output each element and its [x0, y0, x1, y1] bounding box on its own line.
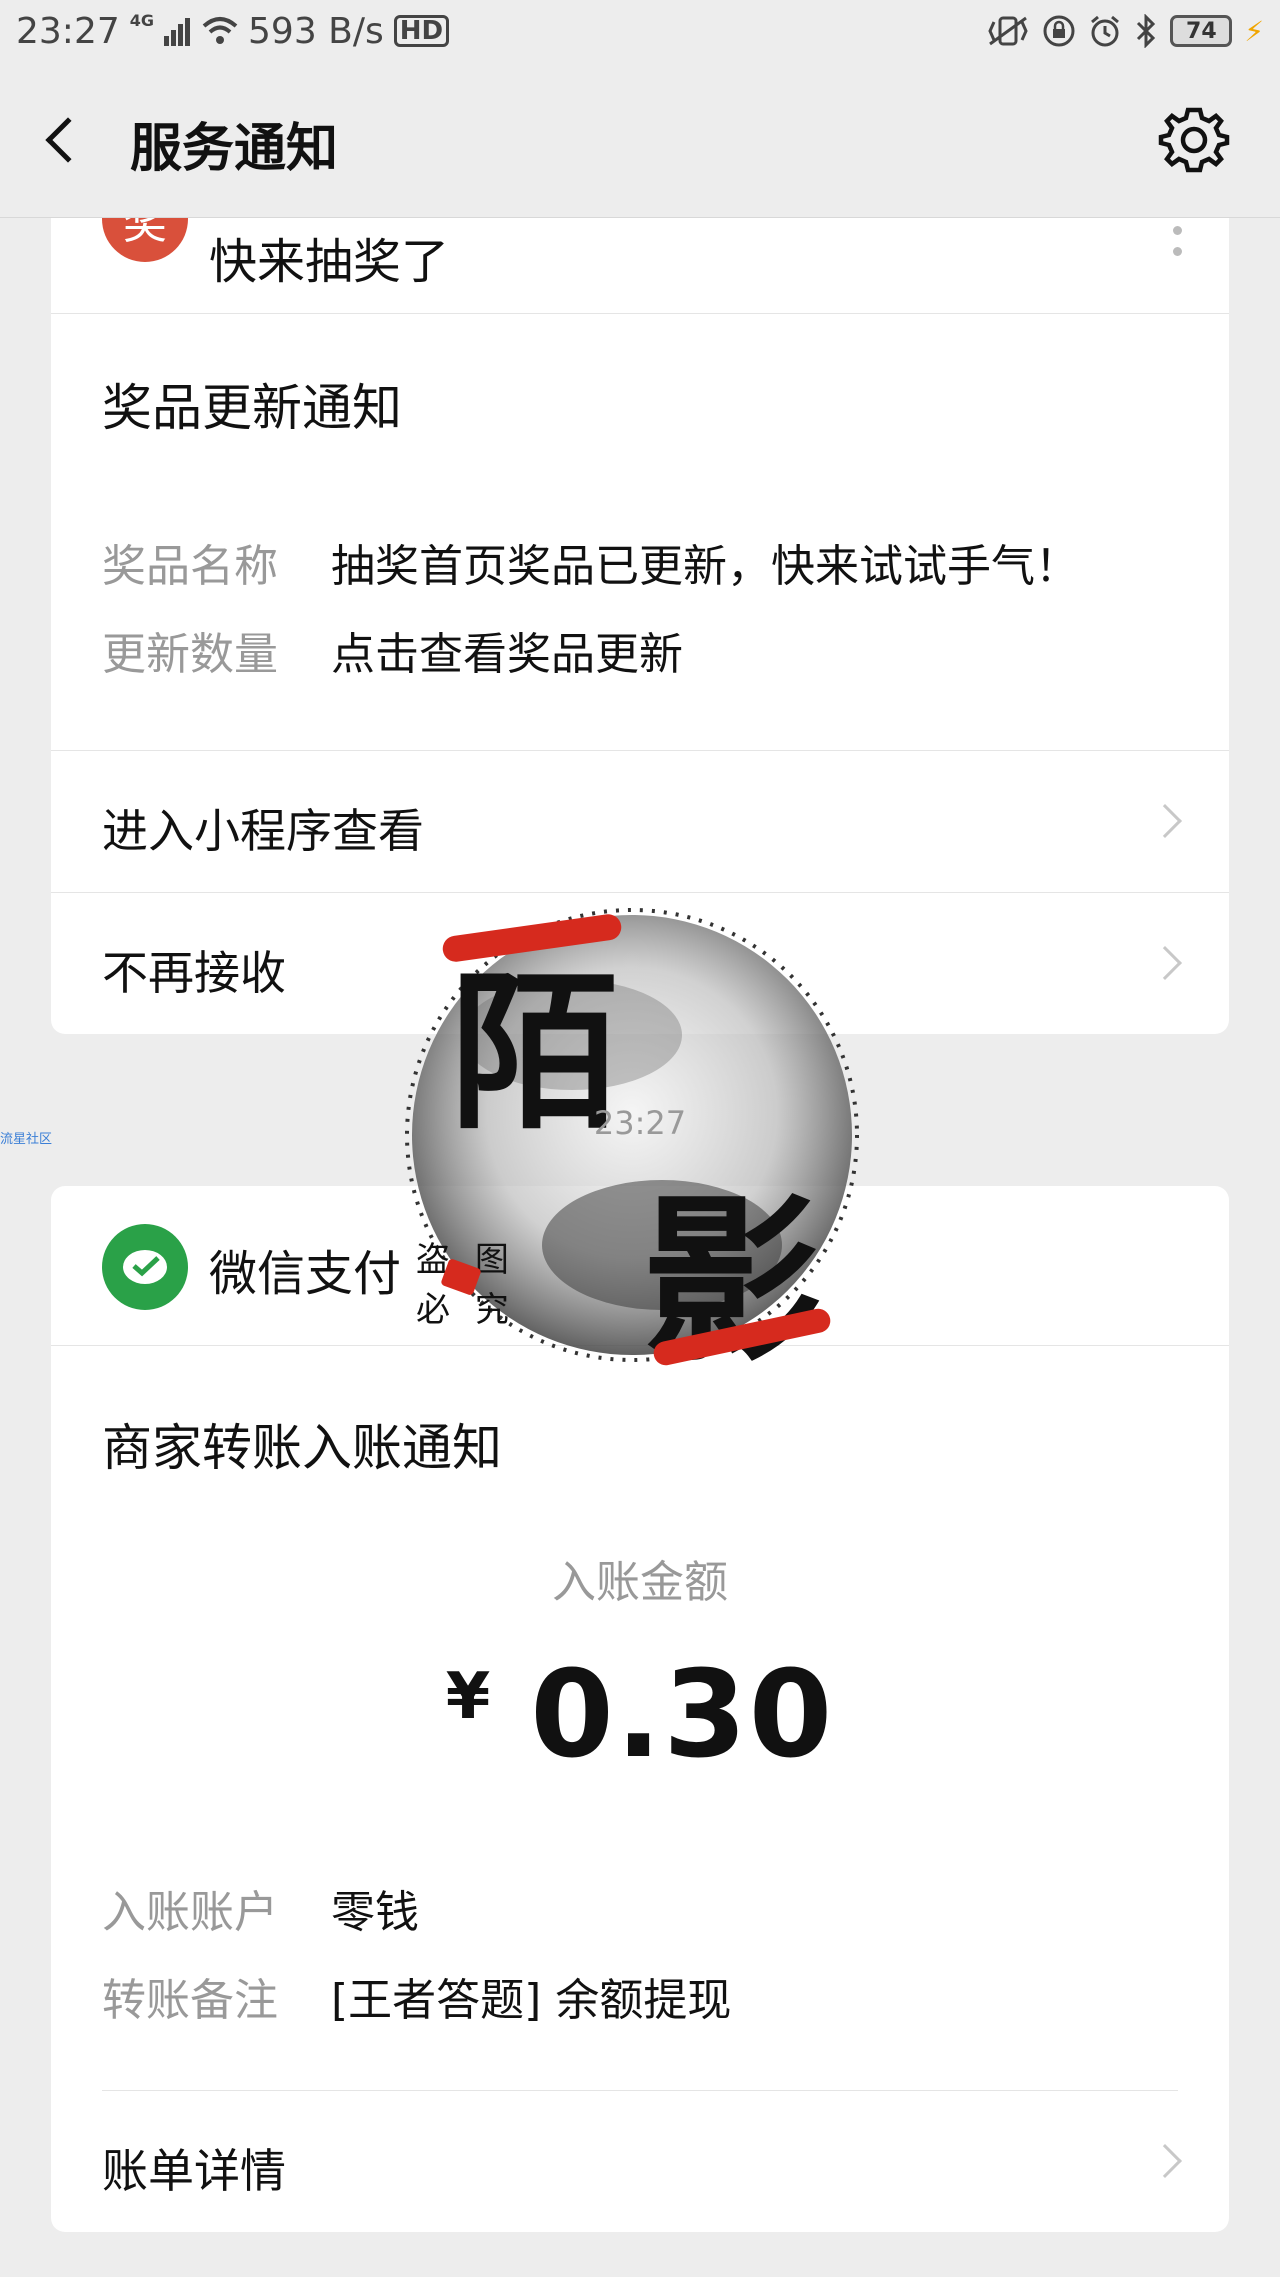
gear-icon — [1158, 107, 1230, 173]
wifi-icon — [202, 17, 238, 44]
wechat-pay-icon — [102, 1224, 188, 1310]
field-label: 转账备注 — [102, 1975, 278, 2026]
source-name: 微信支付 — [209, 1246, 402, 1302]
lottery-avatar: 奖 — [102, 218, 188, 262]
field-label: 入账账户 — [102, 1887, 278, 1938]
currency-symbol: ¥ — [445, 1660, 491, 1734]
bill-detail-label: 账单详情 — [102, 2144, 286, 2198]
open-miniprogram-row[interactable]: 进入小程序查看 — [51, 750, 1229, 892]
wechat-pay-card: 微信支付 商家转账入账通知 入账金额 ¥0.30 入账账户 零钱 转账备注 [王… — [51, 1186, 1229, 2232]
battery-icon: 74 — [1170, 15, 1233, 47]
field-value: 点击查看奖品更新 — [331, 629, 683, 680]
vibrate-icon — [988, 16, 1028, 46]
unsubscribe-row[interactable]: 不再接收 — [51, 892, 1229, 1034]
network-type: 4G — [129, 11, 155, 30]
bluetooth-icon — [1137, 14, 1156, 48]
field-label: 奖品名称 — [102, 541, 278, 592]
nav-bar: 服务通知 — [0, 62, 1280, 218]
notice-title: 奖品更新通知 — [102, 379, 402, 437]
field-label: 更新数量 — [102, 629, 278, 680]
settings-button[interactable] — [1158, 104, 1230, 176]
field-value: 抽奖首页奖品已更新，快来试试手气！ — [331, 541, 1079, 592]
card-source-row[interactable]: 微信支付 — [51, 1186, 1229, 1346]
lottery-notice-card: 奖 快来抽奖了 奖品更新通知 奖品名称 抽奖首页奖品已更新，快来试试手气！ 更新… — [51, 218, 1229, 1034]
field-value: 零钱 — [331, 1887, 419, 1938]
field-value: [王者答题] 余额提现 — [331, 1975, 732, 2026]
network-speed: 593 B/s — [248, 10, 384, 52]
card-source-row[interactable]: 奖 快来抽奖了 — [51, 218, 1229, 314]
source-name: 快来抽奖了 — [209, 234, 450, 290]
back-arrow-icon — [45, 117, 91, 163]
notice-title: 商家转账入账通知 — [102, 1419, 502, 1477]
charging-icon: ⚡ — [1244, 14, 1264, 48]
signal-icon — [164, 18, 191, 46]
amount-label: 入账金额 — [552, 1557, 728, 1608]
message-time: 23:27 — [593, 1104, 687, 1142]
status-bar: 23:27 4G 593 B/s HD 74 ⚡ — [0, 0, 1280, 62]
back-button[interactable] — [38, 110, 91, 170]
chevron-right-icon — [1148, 804, 1182, 838]
bill-detail-row[interactable]: 账单详情 — [51, 2091, 1229, 2232]
hd-icon: HD — [393, 15, 450, 47]
chevron-right-icon — [1148, 946, 1182, 980]
alarm-icon — [1091, 15, 1120, 47]
open-miniprogram-label: 进入小程序查看 — [102, 804, 424, 858]
more-options-icon[interactable] — [1173, 226, 1183, 276]
unsubscribe-label: 不再接收 — [102, 946, 286, 1000]
page-title: 服务通知 — [130, 119, 339, 179]
amount-value: 0.30 — [530, 1646, 835, 1785]
chevron-right-icon — [1148, 2144, 1182, 2178]
status-time: 23:27 — [16, 10, 120, 52]
amount-display: ¥0.30 — [51, 1646, 1229, 1785]
lock-rotation-icon — [1043, 15, 1075, 47]
